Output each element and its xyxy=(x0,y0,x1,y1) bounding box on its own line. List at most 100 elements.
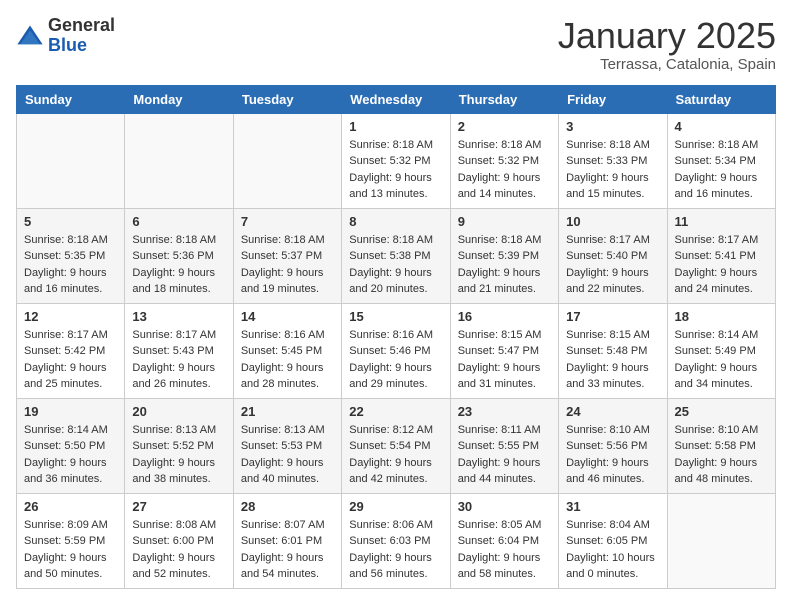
day-info: Sunrise: 8:10 AM Sunset: 5:56 PM Dayligh… xyxy=(566,422,659,488)
title-area: January 2025 Terrassa, Catalonia, Spain xyxy=(558,16,776,73)
weekday-header-thursday: Thursday xyxy=(450,85,558,113)
day-info: Sunrise: 8:17 AM Sunset: 5:40 PM Dayligh… xyxy=(566,232,659,298)
calendar-table: SundayMondayTuesdayWednesdayThursdayFrid… xyxy=(16,85,776,589)
day-number: 13 xyxy=(132,309,225,324)
calendar-cell: 28 Sunrise: 8:07 AM Sunset: 6:01 PM Dayli… xyxy=(233,493,341,588)
day-info: Sunrise: 8:18 AM Sunset: 5:33 PM Dayligh… xyxy=(566,137,659,203)
week-row-5: 26 Sunrise: 8:09 AM Sunset: 5:59 PM Dayli… xyxy=(17,493,776,588)
calendar-cell: 14Sunrise: 8:16 AM Sunset: 5:45 PM Dayli… xyxy=(233,303,341,398)
day-info: Sunrise: 8:15 AM Sunset: 5:47 PM Dayligh… xyxy=(458,327,551,393)
day-number: 27 xyxy=(132,499,225,514)
calendar-cell: 7 Sunrise: 8:18 AM Sunset: 5:37 PM Daylig… xyxy=(233,208,341,303)
day-number: 28 xyxy=(241,499,334,514)
calendar-cell: 18 Sunrise: 8:14 AM Sunset: 5:49 PM Dayli… xyxy=(667,303,775,398)
calendar-cell: 8 Sunrise: 8:18 AM Sunset: 5:38 PM Daylig… xyxy=(342,208,450,303)
day-number: 19 xyxy=(24,404,117,419)
weekday-header-monday: Monday xyxy=(125,85,233,113)
calendar-cell: 24 Sunrise: 8:10 AM Sunset: 5:56 PM Dayli… xyxy=(559,398,667,493)
day-number: 1 xyxy=(349,119,442,134)
weekday-header-row: SundayMondayTuesdayWednesdayThursdayFrid… xyxy=(17,85,776,113)
calendar-cell xyxy=(667,493,775,588)
logo-general: General xyxy=(48,16,115,36)
day-info: Sunrise: 8:16 AM Sunset: 5:46 PM Dayligh… xyxy=(349,327,442,393)
day-info: Sunrise: 8:14 AM Sunset: 5:50 PM Dayligh… xyxy=(24,422,117,488)
day-info: Sunrise: 8:07 AM Sunset: 6:01 PM Dayligh… xyxy=(241,517,334,583)
calendar-cell: 9 Sunrise: 8:18 AM Sunset: 5:39 PM Daylig… xyxy=(450,208,558,303)
week-row-1: 1Sunrise: 8:18 AM Sunset: 5:32 PM Daylig… xyxy=(17,113,776,208)
day-info: Sunrise: 8:18 AM Sunset: 5:37 PM Dayligh… xyxy=(241,232,334,298)
day-number: 24 xyxy=(566,404,659,419)
calendar-cell: 17Sunrise: 8:15 AM Sunset: 5:48 PM Dayli… xyxy=(559,303,667,398)
calendar-cell: 11Sunrise: 8:17 AM Sunset: 5:41 PM Dayli… xyxy=(667,208,775,303)
calendar-cell: 12 Sunrise: 8:17 AM Sunset: 5:42 PM Dayli… xyxy=(17,303,125,398)
calendar-cell: 25 Sunrise: 8:10 AM Sunset: 5:58 PM Dayli… xyxy=(667,398,775,493)
calendar-cell: 3 Sunrise: 8:18 AM Sunset: 5:33 PM Daylig… xyxy=(559,113,667,208)
day-info: Sunrise: 8:10 AM Sunset: 5:58 PM Dayligh… xyxy=(675,422,768,488)
calendar-cell: 13Sunrise: 8:17 AM Sunset: 5:43 PM Dayli… xyxy=(125,303,233,398)
day-info: Sunrise: 8:09 AM Sunset: 5:59 PM Dayligh… xyxy=(24,517,117,583)
day-number: 3 xyxy=(566,119,659,134)
calendar-cell: 20 Sunrise: 8:13 AM Sunset: 5:52 PM Dayli… xyxy=(125,398,233,493)
day-info: Sunrise: 8:18 AM Sunset: 5:38 PM Dayligh… xyxy=(349,232,442,298)
day-number: 15 xyxy=(349,309,442,324)
day-info: Sunrise: 8:18 AM Sunset: 5:39 PM Dayligh… xyxy=(458,232,551,298)
day-number: 17 xyxy=(566,309,659,324)
calendar-cell: 16 Sunrise: 8:15 AM Sunset: 5:47 PM Dayli… xyxy=(450,303,558,398)
day-info: Sunrise: 8:18 AM Sunset: 5:36 PM Dayligh… xyxy=(132,232,225,298)
weekday-header-saturday: Saturday xyxy=(667,85,775,113)
day-info: Sunrise: 8:17 AM Sunset: 5:42 PM Dayligh… xyxy=(24,327,117,393)
location: Terrassa, Catalonia, Spain xyxy=(558,56,776,73)
weekday-header-sunday: Sunday xyxy=(17,85,125,113)
day-number: 4 xyxy=(675,119,768,134)
logo-blue: Blue xyxy=(48,36,115,56)
day-number: 8 xyxy=(349,214,442,229)
calendar-cell: 23 Sunrise: 8:11 AM Sunset: 5:55 PM Dayli… xyxy=(450,398,558,493)
calendar-cell: 2Sunrise: 8:18 AM Sunset: 5:32 PM Daylig… xyxy=(450,113,558,208)
day-info: Sunrise: 8:16 AM Sunset: 5:45 PM Dayligh… xyxy=(241,327,334,393)
day-info: Sunrise: 8:14 AM Sunset: 5:49 PM Dayligh… xyxy=(675,327,768,393)
day-number: 2 xyxy=(458,119,551,134)
day-info: Sunrise: 8:06 AM Sunset: 6:03 PM Dayligh… xyxy=(349,517,442,583)
logo-icon xyxy=(16,22,44,50)
calendar-cell: 1Sunrise: 8:18 AM Sunset: 5:32 PM Daylig… xyxy=(342,113,450,208)
day-number: 10 xyxy=(566,214,659,229)
day-info: Sunrise: 8:13 AM Sunset: 5:53 PM Dayligh… xyxy=(241,422,334,488)
day-info: Sunrise: 8:05 AM Sunset: 6:04 PM Dayligh… xyxy=(458,517,551,583)
day-info: Sunrise: 8:18 AM Sunset: 5:34 PM Dayligh… xyxy=(675,137,768,203)
calendar-cell: 5Sunrise: 8:18 AM Sunset: 5:35 PM Daylig… xyxy=(17,208,125,303)
day-number: 20 xyxy=(132,404,225,419)
day-number: 12 xyxy=(24,309,117,324)
calendar-cell: 19 Sunrise: 8:14 AM Sunset: 5:50 PM Dayli… xyxy=(17,398,125,493)
day-number: 9 xyxy=(458,214,551,229)
weekday-header-friday: Friday xyxy=(559,85,667,113)
day-info: Sunrise: 8:18 AM Sunset: 5:35 PM Dayligh… xyxy=(24,232,117,298)
day-number: 7 xyxy=(241,214,334,229)
logo-text: General Blue xyxy=(48,16,115,56)
day-number: 18 xyxy=(675,309,768,324)
day-info: Sunrise: 8:11 AM Sunset: 5:55 PM Dayligh… xyxy=(458,422,551,488)
day-number: 23 xyxy=(458,404,551,419)
calendar-cell: 29 Sunrise: 8:06 AM Sunset: 6:03 PM Dayli… xyxy=(342,493,450,588)
calendar-cell: 21 Sunrise: 8:13 AM Sunset: 5:53 PM Dayli… xyxy=(233,398,341,493)
week-row-2: 5Sunrise: 8:18 AM Sunset: 5:35 PM Daylig… xyxy=(17,208,776,303)
calendar-cell: 31 Sunrise: 8:04 AM Sunset: 6:05 PM Dayli… xyxy=(559,493,667,588)
calendar-cell: 26 Sunrise: 8:09 AM Sunset: 5:59 PM Dayli… xyxy=(17,493,125,588)
calendar-cell: 10 Sunrise: 8:17 AM Sunset: 5:40 PM Dayli… xyxy=(559,208,667,303)
day-number: 30 xyxy=(458,499,551,514)
day-number: 16 xyxy=(458,309,551,324)
week-row-3: 12 Sunrise: 8:17 AM Sunset: 5:42 PM Dayli… xyxy=(17,303,776,398)
day-number: 29 xyxy=(349,499,442,514)
day-info: Sunrise: 8:12 AM Sunset: 5:54 PM Dayligh… xyxy=(349,422,442,488)
calendar-cell xyxy=(17,113,125,208)
calendar-cell xyxy=(233,113,341,208)
calendar-cell: 6Sunrise: 8:18 AM Sunset: 5:36 PM Daylig… xyxy=(125,208,233,303)
day-info: Sunrise: 8:13 AM Sunset: 5:52 PM Dayligh… xyxy=(132,422,225,488)
day-number: 25 xyxy=(675,404,768,419)
month-title: January 2025 xyxy=(558,16,776,56)
day-number: 21 xyxy=(241,404,334,419)
day-number: 31 xyxy=(566,499,659,514)
calendar-cell: 22Sunrise: 8:12 AM Sunset: 5:54 PM Dayli… xyxy=(342,398,450,493)
calendar-cell: 4 Sunrise: 8:18 AM Sunset: 5:34 PM Daylig… xyxy=(667,113,775,208)
day-info: Sunrise: 8:04 AM Sunset: 6:05 PM Dayligh… xyxy=(566,517,659,583)
day-number: 26 xyxy=(24,499,117,514)
